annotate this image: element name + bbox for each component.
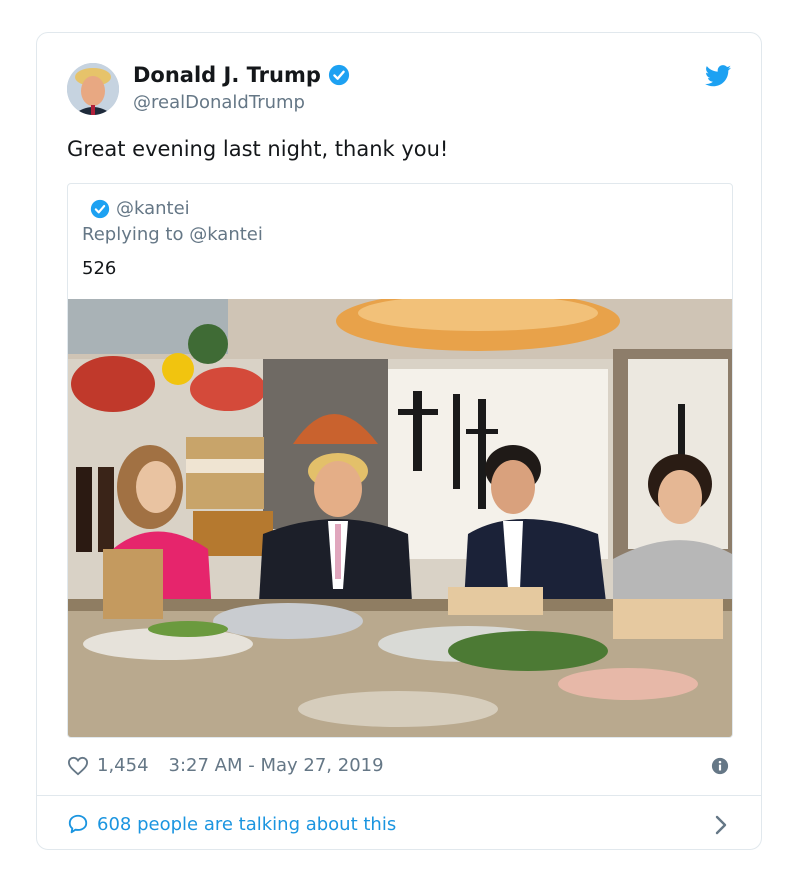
replying-to[interactable]: Replying to @kantei — [82, 224, 263, 245]
quoted-text: 526 — [82, 258, 117, 279]
divider — [37, 795, 761, 796]
tweet-photo[interactable] — [68, 299, 732, 737]
tweet-text: Great evening last night, thank you! — [67, 137, 449, 161]
quoted-tweet[interactable]: @kantei Replying to @kantei 526 — [67, 183, 733, 738]
avatar[interactable] — [67, 63, 119, 115]
tweet-meta: 1,454 3:27 AM - May 27, 2019 — [67, 755, 384, 776]
tweet-timestamp[interactable]: 3:27 AM - May 27, 2019 — [169, 755, 384, 776]
author-row: Donald J. Trump — [133, 63, 350, 87]
author-handle[interactable]: @realDonaldTrump — [133, 92, 305, 113]
speech-bubble-icon — [68, 814, 88, 834]
author-name[interactable]: Donald J. Trump — [133, 63, 321, 87]
conversation-link[interactable]: 608 people are talking about this — [67, 813, 396, 835]
quoted-handle[interactable]: @kantei — [116, 198, 190, 219]
heart-icon[interactable] — [67, 756, 89, 776]
verified-badge-icon — [328, 64, 349, 86]
tweet-card: Donald J. Trump @realDonaldTrump Great e… — [36, 32, 762, 850]
chevron-right-icon[interactable] — [715, 815, 727, 835]
info-icon[interactable] — [711, 757, 729, 775]
like-count[interactable]: 1,454 — [97, 755, 149, 776]
verified-badge-icon — [90, 199, 110, 218]
twitter-bird-icon[interactable] — [705, 65, 731, 87]
conversation-count[interactable]: 608 people are talking about this — [97, 814, 396, 835]
quoted-author-row: @kantei — [90, 198, 190, 219]
